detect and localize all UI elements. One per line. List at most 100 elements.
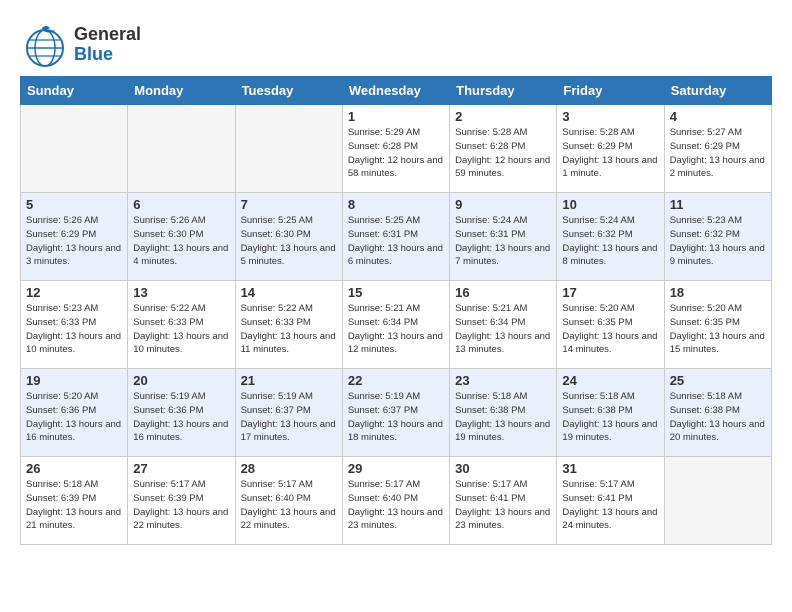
calendar-week-3: 12 Sunrise: 5:23 AMSunset: 6:33 PMDayligh… bbox=[21, 281, 772, 369]
day-number: 27 bbox=[133, 461, 229, 476]
day-number: 7 bbox=[241, 197, 337, 212]
day-number: 29 bbox=[348, 461, 444, 476]
day-info: Sunrise: 5:19 AMSunset: 6:37 PMDaylight:… bbox=[348, 390, 444, 445]
calendar-cell: 21 Sunrise: 5:19 AMSunset: 6:37 PMDayligh… bbox=[235, 369, 342, 457]
calendar-cell: 19 Sunrise: 5:20 AMSunset: 6:36 PMDayligh… bbox=[21, 369, 128, 457]
calendar-cell: 24Sunrise: 5:18 AMSunset: 6:38 PMDayligh… bbox=[557, 369, 664, 457]
day-number: 14 bbox=[241, 285, 337, 300]
day-info: Sunrise: 5:24 AMSunset: 6:32 PMDaylight:… bbox=[562, 214, 658, 269]
day-info: Sunrise: 5:18 AMSunset: 6:38 PMDaylight:… bbox=[455, 390, 551, 445]
day-number: 23 bbox=[455, 373, 551, 388]
calendar-cell: 20 Sunrise: 5:19 AMSunset: 6:36 PMDayligh… bbox=[128, 369, 235, 457]
day-info: Sunrise: 5:17 AMSunset: 6:41 PMDaylight:… bbox=[455, 478, 551, 533]
day-number: 5 bbox=[26, 197, 122, 212]
calendar-cell: 3Sunrise: 5:28 AMSunset: 6:29 PMDaylight… bbox=[557, 105, 664, 193]
calendar-cell bbox=[664, 457, 771, 545]
day-info: Sunrise: 5:20 AMSunset: 6:35 PMDaylight:… bbox=[670, 302, 766, 357]
calendar-cell: 12 Sunrise: 5:23 AMSunset: 6:33 PMDayligh… bbox=[21, 281, 128, 369]
page-header: General Blue bbox=[20, 20, 772, 70]
weekday-header-thursday: Thursday bbox=[450, 77, 557, 105]
calendar-cell: 4 Sunrise: 5:27 AMSunset: 6:29 PMDaylight… bbox=[664, 105, 771, 193]
calendar-cell: 13 Sunrise: 5:22 AMSunset: 6:33 PMDayligh… bbox=[128, 281, 235, 369]
calendar-cell: 30 Sunrise: 5:17 AMSunset: 6:41 PMDayligh… bbox=[450, 457, 557, 545]
weekday-header-tuesday: Tuesday bbox=[235, 77, 342, 105]
weekday-header-friday: Friday bbox=[557, 77, 664, 105]
day-number: 25 bbox=[670, 373, 766, 388]
calendar-cell: 7 Sunrise: 5:25 AMSunset: 6:30 PMDaylight… bbox=[235, 193, 342, 281]
day-info: Sunrise: 5:29 AMSunset: 6:28 PMDaylight:… bbox=[348, 126, 444, 181]
day-number: 9 bbox=[455, 197, 551, 212]
day-info: Sunrise: 5:21 AMSunset: 6:34 PMDaylight:… bbox=[348, 302, 444, 357]
day-info: Sunrise: 5:25 AMSunset: 6:31 PMDaylight:… bbox=[348, 214, 444, 269]
calendar-cell: 16 Sunrise: 5:21 AMSunset: 6:34 PMDayligh… bbox=[450, 281, 557, 369]
calendar-cell: 27 Sunrise: 5:17 AMSunset: 6:39 PMDayligh… bbox=[128, 457, 235, 545]
calendar-cell bbox=[235, 105, 342, 193]
day-number: 12 bbox=[26, 285, 122, 300]
calendar-week-2: 5 Sunrise: 5:26 AMSunset: 6:29 PMDaylight… bbox=[21, 193, 772, 281]
calendar-cell: 28Sunrise: 5:17 AMSunset: 6:40 PMDayligh… bbox=[235, 457, 342, 545]
day-info: Sunrise: 5:18 AMSunset: 6:39 PMDaylight:… bbox=[26, 478, 122, 533]
day-info: Sunrise: 5:17 AMSunset: 6:40 PMDaylight:… bbox=[348, 478, 444, 533]
day-info: Sunrise: 5:17 AMSunset: 6:41 PMDaylight:… bbox=[562, 478, 658, 533]
day-number: 30 bbox=[455, 461, 551, 476]
calendar-cell: 10 Sunrise: 5:24 AMSunset: 6:32 PMDayligh… bbox=[557, 193, 664, 281]
calendar-cell: 25Sunrise: 5:18 AMSunset: 6:38 PMDayligh… bbox=[664, 369, 771, 457]
day-info: Sunrise: 5:22 AMSunset: 6:33 PMDaylight:… bbox=[133, 302, 229, 357]
weekday-header-wednesday: Wednesday bbox=[342, 77, 449, 105]
calendar-cell: 9 Sunrise: 5:24 AMSunset: 6:31 PMDaylight… bbox=[450, 193, 557, 281]
day-number: 15 bbox=[348, 285, 444, 300]
day-info: Sunrise: 5:17 AMSunset: 6:39 PMDaylight:… bbox=[133, 478, 229, 533]
day-info: Sunrise: 5:19 AMSunset: 6:37 PMDaylight:… bbox=[241, 390, 337, 445]
calendar-cell: 6Sunrise: 5:26 AMSunset: 6:30 PMDaylight… bbox=[128, 193, 235, 281]
day-number: 22 bbox=[348, 373, 444, 388]
calendar-cell: 26 Sunrise: 5:18 AMSunset: 6:39 PMDayligh… bbox=[21, 457, 128, 545]
calendar-cell: 2Sunrise: 5:28 AMSunset: 6:28 PMDaylight… bbox=[450, 105, 557, 193]
day-info: Sunrise: 5:24 AMSunset: 6:31 PMDaylight:… bbox=[455, 214, 551, 269]
calendar-cell: 5 Sunrise: 5:26 AMSunset: 6:29 PMDaylight… bbox=[21, 193, 128, 281]
calendar-week-1: 1 Sunrise: 5:29 AMSunset: 6:28 PMDaylight… bbox=[21, 105, 772, 193]
calendar-cell: 23 Sunrise: 5:18 AMSunset: 6:38 PMDayligh… bbox=[450, 369, 557, 457]
day-info: Sunrise: 5:17 AMSunset: 6:40 PMDaylight:… bbox=[241, 478, 337, 533]
calendar-cell: 22 Sunrise: 5:19 AMSunset: 6:37 PMDayligh… bbox=[342, 369, 449, 457]
weekday-header-sunday: Sunday bbox=[21, 77, 128, 105]
calendar-cell: 17 Sunrise: 5:20 AMSunset: 6:35 PMDayligh… bbox=[557, 281, 664, 369]
calendar-table: SundayMondayTuesdayWednesdayThursdayFrid… bbox=[20, 76, 772, 545]
day-info: Sunrise: 5:22 AMSunset: 6:33 PMDaylight:… bbox=[241, 302, 337, 357]
calendar-cell: 15 Sunrise: 5:21 AMSunset: 6:34 PMDayligh… bbox=[342, 281, 449, 369]
logo: General Blue bbox=[20, 20, 141, 70]
day-number: 10 bbox=[562, 197, 658, 212]
calendar-cell bbox=[128, 105, 235, 193]
weekday-header-saturday: Saturday bbox=[664, 77, 771, 105]
day-number: 6 bbox=[133, 197, 229, 212]
day-info: Sunrise: 5:20 AMSunset: 6:36 PMDaylight:… bbox=[26, 390, 122, 445]
calendar-cell: 18 Sunrise: 5:20 AMSunset: 6:35 PMDayligh… bbox=[664, 281, 771, 369]
logo-text: General Blue bbox=[74, 25, 141, 65]
day-info: Sunrise: 5:26 AMSunset: 6:29 PMDaylight:… bbox=[26, 214, 122, 269]
day-info: Sunrise: 5:23 AMSunset: 6:33 PMDaylight:… bbox=[26, 302, 122, 357]
day-number: 19 bbox=[26, 373, 122, 388]
day-info: Sunrise: 5:23 AMSunset: 6:32 PMDaylight:… bbox=[670, 214, 766, 269]
day-info: Sunrise: 5:19 AMSunset: 6:36 PMDaylight:… bbox=[133, 390, 229, 445]
calendar-cell: 8 Sunrise: 5:25 AMSunset: 6:31 PMDaylight… bbox=[342, 193, 449, 281]
weekday-header-monday: Monday bbox=[128, 77, 235, 105]
day-number: 18 bbox=[670, 285, 766, 300]
day-number: 1 bbox=[348, 109, 444, 124]
day-info: Sunrise: 5:20 AMSunset: 6:35 PMDaylight:… bbox=[562, 302, 658, 357]
calendar-cell bbox=[21, 105, 128, 193]
calendar-cell: 31Sunrise: 5:17 AMSunset: 6:41 PMDayligh… bbox=[557, 457, 664, 545]
day-info: Sunrise: 5:25 AMSunset: 6:30 PMDaylight:… bbox=[241, 214, 337, 269]
day-number: 20 bbox=[133, 373, 229, 388]
day-number: 4 bbox=[670, 109, 766, 124]
day-number: 3 bbox=[562, 109, 658, 124]
day-number: 17 bbox=[562, 285, 658, 300]
day-number: 8 bbox=[348, 197, 444, 212]
day-info: Sunrise: 5:27 AMSunset: 6:29 PMDaylight:… bbox=[670, 126, 766, 181]
day-number: 21 bbox=[241, 373, 337, 388]
day-number: 26 bbox=[26, 461, 122, 476]
day-number: 13 bbox=[133, 285, 229, 300]
calendar-cell: 11Sunrise: 5:23 AMSunset: 6:32 PMDayligh… bbox=[664, 193, 771, 281]
day-info: Sunrise: 5:21 AMSunset: 6:34 PMDaylight:… bbox=[455, 302, 551, 357]
day-number: 24 bbox=[562, 373, 658, 388]
day-number: 16 bbox=[455, 285, 551, 300]
calendar-cell: 14 Sunrise: 5:22 AMSunset: 6:33 PMDayligh… bbox=[235, 281, 342, 369]
